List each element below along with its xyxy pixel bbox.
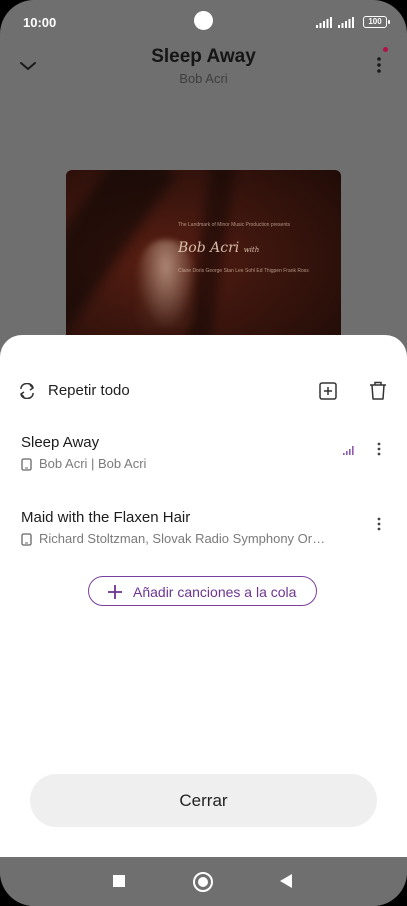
album-art-title-suffix: with: [243, 246, 260, 254]
more-options-icon[interactable]: [374, 514, 384, 534]
home-button[interactable]: [193, 872, 213, 892]
status-time: 10:00: [23, 15, 57, 30]
add-songs-label: Añadir canciones a la cola: [133, 584, 297, 600]
add-to-queue-icon[interactable]: [319, 382, 337, 400]
now-playing-title: Sleep Away: [151, 46, 256, 67]
more-options-icon[interactable]: [374, 439, 384, 459]
back-button[interactable]: [280, 874, 292, 888]
close-button[interactable]: Cerrar: [30, 774, 377, 827]
front-camera: [194, 11, 213, 30]
recents-button[interactable]: [113, 875, 125, 887]
phone-device-icon: [21, 533, 32, 546]
now-playing-artist: Bob Acri: [179, 71, 228, 86]
signal-icon: [316, 17, 332, 28]
phone-screen: 10:00 100 Sleep Away Bob Acri The Landma…: [0, 0, 407, 906]
queue-item-subtitle: Bob Acri | Bob Acri: [39, 456, 147, 471]
add-songs-to-queue-button[interactable]: Añadir canciones a la cola: [88, 576, 317, 606]
queue-item-subtitle: Richard Stoltzman, Slovak Radio Symphony…: [39, 531, 326, 546]
album-art-title-text: Bob Acri: [178, 240, 240, 256]
album-art-title: Bob Acri with: [178, 240, 259, 256]
signal-icon-2: [338, 17, 354, 28]
repeat-icon[interactable]: [18, 383, 36, 399]
plus-icon: [108, 585, 122, 599]
battery-icon: 100: [363, 16, 390, 28]
queue-item[interactable]: Maid with the Flaxen Hair Richard Stoltz…: [0, 509, 407, 565]
repeat-mode-label[interactable]: Repetir todo: [48, 382, 130, 399]
trash-icon[interactable]: [369, 381, 387, 400]
status-bar: 10:00 100: [0, 0, 407, 44]
album-art-names: Claire Doris George Stan Lee Sohl Ed Thi…: [178, 268, 309, 274]
system-navigation-bar: [0, 857, 407, 906]
queue-sheet: Repetir todo Sleep Away Bob Acri | Bob A…: [0, 335, 407, 857]
phone-device-icon: [21, 458, 32, 471]
queue-item[interactable]: Sleep Away Bob Acri | Bob Acri: [0, 434, 407, 490]
queue-item-title: Sleep Away: [21, 434, 100, 451]
notification-dot: [383, 47, 388, 52]
queue-item-title: Maid with the Flaxen Hair: [21, 509, 191, 526]
album-art-small-text: The Landmark of Minor Music Production p…: [178, 222, 290, 228]
now-playing-equalizer-icon: [343, 446, 354, 455]
more-options-icon[interactable]: [372, 53, 386, 77]
